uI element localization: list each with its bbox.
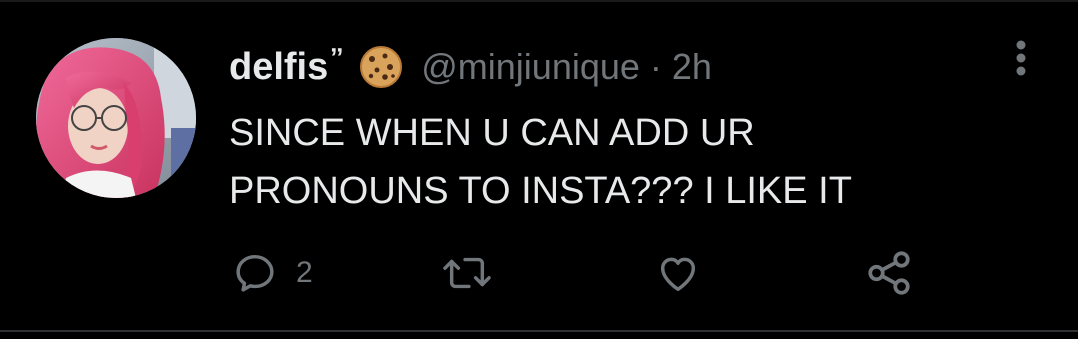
timestamp[interactable]: 2h — [672, 46, 712, 88]
heart-icon — [654, 250, 702, 296]
top-divider — [0, 0, 1078, 2]
avatar[interactable] — [36, 38, 196, 198]
cookie-icon — [359, 45, 403, 89]
tweet-text-line: PRONOUNS TO INSTA??? I LIKE IT — [229, 170, 852, 212]
action-bar: 2 — [0, 246, 1078, 300]
like-button[interactable] — [654, 246, 702, 300]
tweet-text: SINCE WHEN U CAN ADD UR PRONOUNS TO INST… — [229, 104, 989, 220]
reply-button[interactable]: 2 — [232, 246, 313, 300]
avatar-image — [36, 38, 196, 198]
separator-dot: · — [649, 46, 662, 87]
display-name[interactable]: delfis — [229, 46, 328, 89]
reply-count: 2 — [296, 256, 313, 289]
tweet[interactable]: delfis ˮ @minjiunique · 2h SINCE WHEN U … — [0, 0, 1078, 339]
tweet-text-line: SINCE WHEN U CAN ADD UR — [229, 112, 755, 154]
reply-icon — [232, 250, 278, 296]
retweet-icon — [442, 250, 492, 296]
display-name-mark: ˮ — [330, 41, 344, 72]
bottom-divider — [0, 330, 1078, 332]
retweet-button[interactable] — [442, 246, 492, 300]
more-vertical-icon[interactable] — [1006, 38, 1036, 82]
user-handle[interactable]: @minjiunique — [421, 46, 640, 88]
share-button[interactable] — [864, 246, 914, 300]
tweet-header: delfis ˮ @minjiunique · 2h — [229, 42, 712, 92]
share-icon — [864, 248, 914, 298]
